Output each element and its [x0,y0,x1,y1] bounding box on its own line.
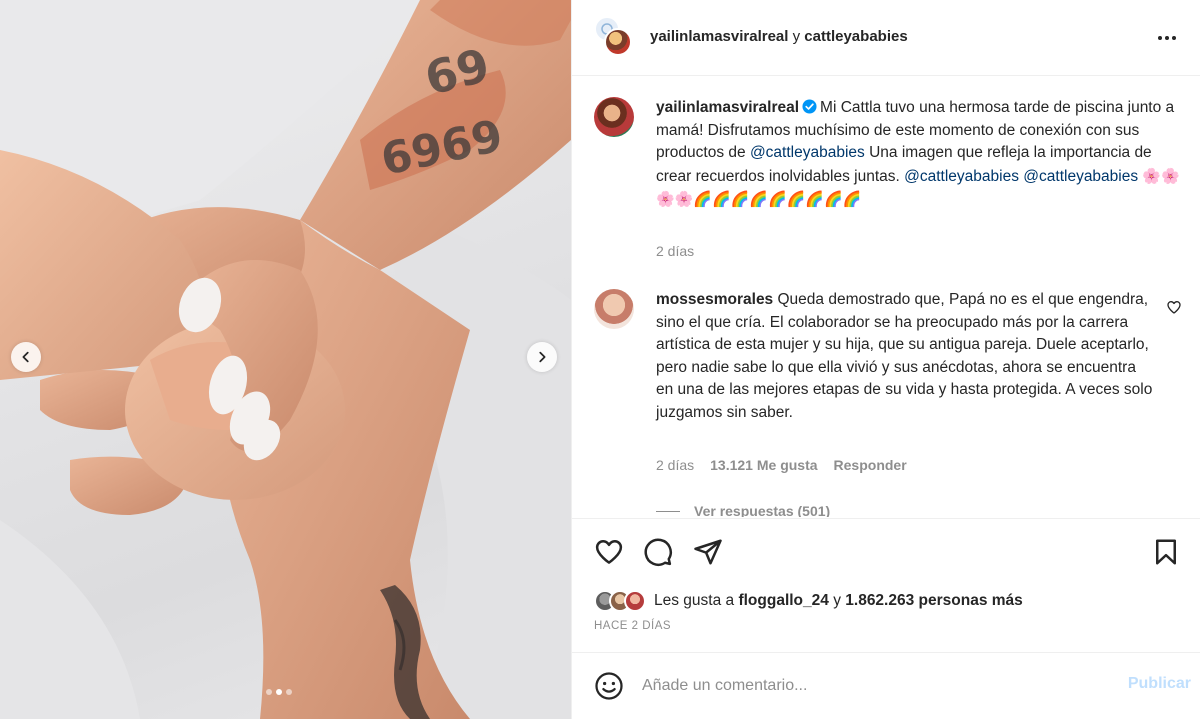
likes-others[interactable]: 1.862.263 personas más [845,592,1023,609]
post-panel: yailinlamasviralreal y cattleyababies ya… [571,0,1200,719]
post-actions [572,518,1200,578]
more-options-icon[interactable] [1155,28,1179,48]
author-username[interactable]: yailinlamasviralreal [650,28,788,45]
caption-avatar[interactable] [594,97,634,137]
collaborator-username[interactable]: cattleyababies [804,28,907,45]
bookmark-icon[interactable] [1151,537,1181,567]
header-conjunction: y [792,28,801,45]
caption-username[interactable]: yailinlamasviralreal [656,99,799,116]
view-replies-button[interactable]: Ver respuestas (501) [656,503,830,517]
carousel-next-button[interactable] [527,342,557,372]
comment-avatar[interactable] [594,289,634,329]
emoji-icon[interactable] [594,671,624,701]
replies-divider [656,510,680,512]
comment-username[interactable]: mossesmorales [656,291,773,308]
like-heart-icon[interactable] [594,537,624,567]
carousel-dot [266,689,272,695]
chevron-left-icon [22,351,29,363]
caption-text: yailinlamasviralreal Mi Cattla tuvo una h… [656,97,1186,212]
comment-body: Queda demostrado que, Papá no es el que … [656,291,1153,421]
comment-bubble-icon[interactable] [643,537,673,567]
verified-icon [802,99,817,114]
likes-prefix: Les gusta a [654,592,739,609]
header-usernames: yailinlamasviralreal y cattleyababies [650,28,908,45]
publish-button[interactable]: Publicar [1128,675,1191,693]
carousel-dot-active [276,689,282,695]
comment-input[interactable] [642,673,1092,699]
caption-mention[interactable]: @cattleyababies [1023,168,1138,185]
author-avatars[interactable] [594,16,636,60]
post-date[interactable]: HACE 2 DÍAS [594,620,671,632]
chevron-right-icon [539,351,546,363]
carousel-prev-button[interactable] [11,342,41,372]
comment-likes[interactable]: 13.121 Me gusta [710,457,817,473]
caption-mention[interactable]: @cattleyababies [904,168,1019,185]
comments-area[interactable]: yailinlamasviralreal Mi Cattla tuvo una h… [572,77,1200,517]
view-replies-label: Ver respuestas (501) [694,503,831,517]
likes-text: Les gusta a floggallo_24 y 1.862.263 per… [654,592,1023,610]
comment-meta: 2 días 13.121 Me gusta Responder [656,457,907,473]
likes-summary[interactable]: Les gusta a floggallo_24 y 1.862.263 per… [594,588,1023,614]
likes-first-user[interactable]: floggallo_24 [738,592,828,609]
add-comment-bar: Publicar [572,652,1200,719]
liker-avatar [624,590,646,612]
author-avatar[interactable] [604,28,632,56]
comment-text: mossesmorales Queda demostrado que, Papá… [656,289,1156,424]
caption-mention[interactable]: @cattleyababies [750,144,865,161]
comment-reply-button[interactable]: Responder [834,457,907,473]
carousel-dot [286,689,292,695]
likes-middle: y [828,592,846,609]
comment-timestamp[interactable]: 2 días [656,457,694,473]
post-photo: 69 6969 [0,0,571,719]
post-media[interactable]: 69 6969 [0,0,571,719]
post-header: yailinlamasviralreal y cattleyababies [572,0,1200,76]
share-send-icon[interactable] [693,537,723,567]
comment-heart-icon[interactable] [1166,299,1182,315]
carousel-indicator [266,689,292,695]
caption-timestamp[interactable]: 2 días [656,243,694,259]
